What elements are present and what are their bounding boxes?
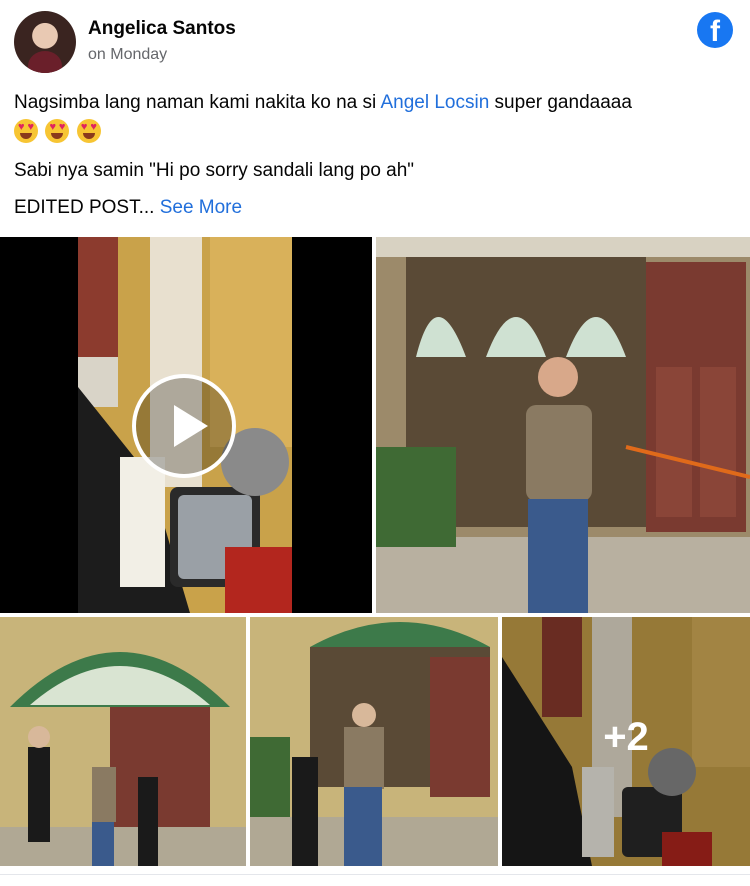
mention-link[interactable]: Angel Locsin — [380, 92, 489, 113]
facebook-logo-icon: f — [697, 12, 733, 48]
more-photos-tile[interactable]: +2 — [502, 617, 750, 866]
play-icon[interactable] — [132, 374, 236, 478]
post-text: super gandaaaa — [489, 92, 632, 113]
more-photos-count: +2 — [603, 715, 649, 759]
photo-tile[interactable] — [0, 617, 246, 866]
author-name[interactable]: Angelica Santos — [88, 18, 236, 40]
post-text: Nagsimba lang naman kami nakita ko na si — [14, 92, 381, 113]
post-text-line-1: Nagsimba lang naman kami nakita ko na si… — [14, 92, 632, 114]
heart-eyes-emoji-icon — [45, 119, 70, 143]
photo-tile[interactable] — [376, 237, 750, 613]
post-divider — [0, 874, 750, 875]
video-tile[interactable] — [0, 237, 372, 613]
heart-eyes-emoji-icon — [76, 119, 101, 143]
church-door-photo — [376, 237, 750, 613]
post-timestamp[interactable]: on Monday — [88, 46, 167, 64]
photo-gallery: +2 — [0, 237, 750, 866]
edited-post-text: EDITED POST... — [14, 197, 155, 218]
photo-tile[interactable] — [250, 617, 498, 866]
see-more-link[interactable]: See More — [160, 197, 242, 218]
post-text-line-2: Sabi nya samin "Hi po sorry sandali lang… — [14, 160, 415, 181]
emoji-row — [14, 119, 104, 145]
church-group-photo — [250, 617, 498, 866]
heart-eyes-emoji-icon — [14, 119, 38, 143]
post-header: Angelica Santos on Monday f — [0, 0, 750, 84]
author-avatar[interactable] — [14, 11, 76, 73]
church-entrance-photo — [0, 617, 246, 866]
post-text-line-3: EDITED POST... See More — [14, 197, 242, 219]
